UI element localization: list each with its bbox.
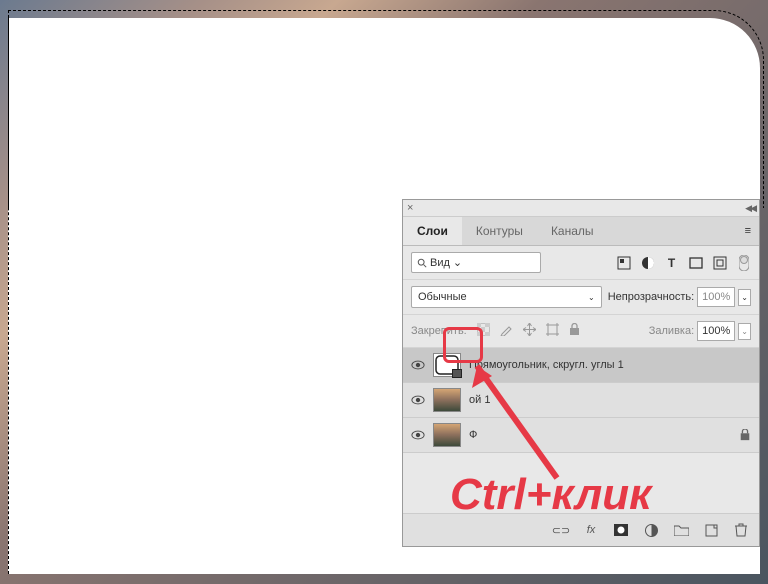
filter-row: Вид ⌄ T (403, 246, 759, 280)
fill-label: Заливка: (649, 325, 694, 337)
filter-type-icon[interactable]: T (664, 255, 679, 270)
link-icon[interactable]: ⊂⊃ (553, 522, 569, 538)
layer-name: ой 1 (469, 394, 490, 406)
layer-row[interactable]: Ф (403, 418, 759, 453)
adjustment-icon[interactable] (643, 522, 659, 538)
layer-thumbnail[interactable] (433, 353, 461, 377)
fill-control: Заливка: 100% ⌄ (649, 321, 751, 341)
opacity-value[interactable]: 100% (697, 287, 735, 307)
filter-shape-icon[interactable] (688, 255, 703, 270)
tab-channels[interactable]: Каналы (537, 217, 608, 245)
layer-row[interactable]: ой 1 (403, 383, 759, 418)
chevron-down-icon: ⌄ (453, 256, 462, 269)
selection-marquee (8, 10, 764, 208)
tab-paths[interactable]: Контуры (462, 217, 537, 245)
lock-row: Закрепить: Заливка: 100% ⌄ (403, 315, 759, 348)
visibility-icon[interactable] (411, 358, 425, 372)
lock-transparent-icon[interactable] (477, 323, 490, 339)
lock-pixels-icon[interactable] (500, 323, 513, 339)
blend-row: Обычные ⌄ Непрозрачность: 100% ⌄ (403, 280, 759, 315)
selection-marquee-left (8, 18, 12, 574)
layer-thumbnail[interactable] (433, 388, 461, 412)
layers-list: Прямоугольник, скругл. углы 1 ой 1 Ф (403, 348, 759, 453)
blend-mode-value: Обычные (418, 291, 467, 303)
mask-icon[interactable] (613, 522, 629, 538)
fill-value[interactable]: 100% (697, 321, 735, 341)
fx-icon[interactable]: fx (583, 522, 599, 538)
collapse-icon[interactable]: ◀◀ (745, 203, 755, 214)
panel-header: × ◀◀ (403, 200, 759, 217)
tab-layers[interactable]: Слои (403, 217, 462, 245)
lock-icon (739, 429, 751, 441)
panel-footer: ⊂⊃ fx (403, 513, 759, 546)
layer-name: Ф (469, 429, 477, 441)
filter-pixel-icon[interactable] (616, 255, 631, 270)
opacity-control: Непрозрачность: 100% ⌄ (608, 287, 751, 307)
lock-artboard-icon[interactable] (546, 323, 559, 339)
trash-icon[interactable] (733, 522, 749, 538)
layers-panel: × ◀◀ Слои Контуры Каналы ≡ Вид ⌄ T Обычн… (402, 199, 760, 547)
layer-name: Прямоугольник, скругл. углы 1 (469, 359, 624, 371)
opacity-label: Непрозрачность: (608, 291, 694, 303)
search-icon (417, 258, 427, 268)
filter-smart-icon[interactable] (712, 255, 727, 270)
close-icon[interactable]: × (407, 202, 413, 214)
visibility-icon[interactable] (411, 393, 425, 407)
filter-label: Вид (430, 257, 450, 269)
lock-all-icon[interactable] (569, 323, 580, 339)
chevron-down-icon: ⌄ (588, 293, 595, 302)
blend-mode-dropdown[interactable]: Обычные ⌄ (411, 286, 602, 308)
filter-adjust-icon[interactable] (640, 255, 655, 270)
visibility-icon[interactable] (411, 428, 425, 442)
layer-filter-dropdown[interactable]: Вид ⌄ (411, 252, 541, 273)
opacity-dropdown[interactable]: ⌄ (738, 289, 751, 306)
panel-tabs: Слои Контуры Каналы ≡ (403, 217, 759, 246)
group-icon[interactable] (673, 522, 689, 538)
filter-toggle[interactable] (736, 255, 751, 270)
shape-badge-icon (452, 369, 462, 378)
new-layer-icon[interactable] (703, 522, 719, 538)
lock-position-icon[interactable] (523, 323, 536, 339)
lock-label: Закрепить: (411, 325, 467, 337)
layer-row[interactable]: Прямоугольник, скругл. углы 1 (403, 348, 759, 383)
fill-dropdown[interactable]: ⌄ (738, 323, 751, 340)
filter-icons: T (616, 255, 751, 270)
panel-menu-icon[interactable]: ≡ (737, 221, 759, 241)
layer-thumbnail[interactable] (433, 423, 461, 447)
